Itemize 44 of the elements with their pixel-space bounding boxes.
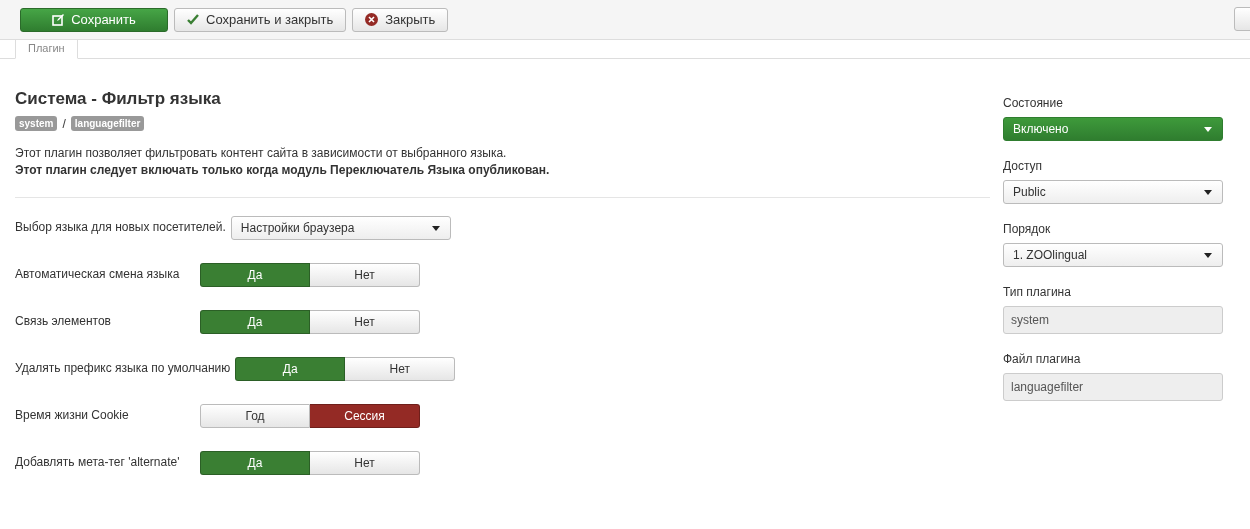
tag: system [15,116,58,131]
caret-icon [1204,189,1212,195]
select-field[interactable]: Настройки браузера [230,216,451,240]
toggle-option[interactable]: Да [200,310,310,334]
field-label: Автоматическая смена языка [15,266,181,281]
caret-icon [1204,126,1212,132]
field-label: Добавлять мета-тег 'alternate' [15,454,181,469]
close-button[interactable]: Закрыть [352,7,449,32]
note: Этот плагин следует включать только когда модуль Переключатель Языка опубликован. [15,162,551,179]
toggle-option[interactable]: Да [200,451,310,475]
tag: languagefilter [70,116,145,131]
select-field[interactable]: Public [1003,180,1223,204]
field-label: Тип плагина [1003,285,1072,299]
toggle-option[interactable]: Нет [310,451,420,475]
field-label: Связь элементов [15,313,112,328]
toggle-option[interactable]: Нет [345,357,456,381]
select-field[interactable]: Включено [1003,117,1223,141]
readonly-field: system [1003,306,1223,334]
edit-icon [52,13,65,26]
field-label: Порядок [1003,222,1052,236]
plugin-title: Система - Фильтр языка [15,89,222,109]
caret-icon [1204,252,1212,258]
tab[interactable]: Плагин [15,40,78,59]
toggle-option[interactable]: Да [200,263,310,287]
separator: / [62,116,66,131]
field-label: Доступ [1003,159,1044,173]
caret-icon [431,225,440,231]
field-label: Время жизни Cookie [15,407,130,422]
field-label: Удалять префикс языка по умолчанию [15,360,231,375]
field-label: Файл плагина [1003,352,1082,366]
toggle-option[interactable]: Год [200,404,310,428]
save-and-close-button[interactable]: Сохранить и закрыть [174,7,347,32]
field-label: Состояние [1003,96,1064,110]
toggle-option[interactable]: Да [235,357,346,381]
select-field[interactable]: 1. ZOOlingual [1003,243,1223,267]
description: Этот плагин позволяет фильтровать контент сайта в зависимости от выбранного языка. [15,145,508,162]
toggle-option[interactable]: Сессия [310,404,420,428]
check-icon [187,14,199,25]
field-label: Выбор языка для новых посетителей. [15,219,226,234]
toggle-option[interactable]: Нет [310,310,420,334]
save-button[interactable]: Сохранить [20,7,168,32]
readonly-field: languagefilter [1003,373,1223,401]
toggle-option[interactable]: Нет [310,263,420,287]
close-icon [365,13,379,26]
